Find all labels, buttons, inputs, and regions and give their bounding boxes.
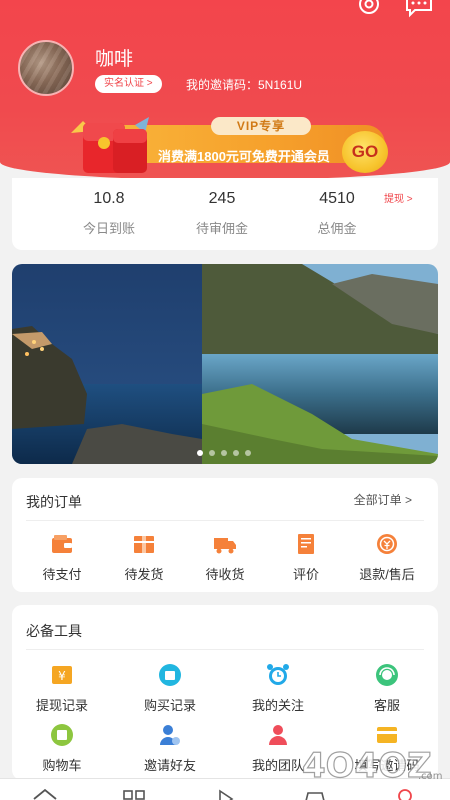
- shopping-cart-icon: [51, 724, 73, 746]
- withdraw-link[interactable]: 提现 >: [384, 190, 413, 205]
- package-icon: [134, 536, 154, 553]
- tool-my-follow[interactable]: 我的关注: [228, 663, 328, 714]
- vip-promo-text: 消费满1800元可免费开通会员: [158, 149, 330, 164]
- avatar[interactable]: [18, 40, 74, 96]
- stat-value: 10.8: [93, 190, 125, 207]
- carousel-dots: [197, 450, 251, 456]
- customer-service-icon: [376, 664, 398, 686]
- carousel-dot[interactable]: [245, 450, 251, 456]
- withdraw-record-icon: ¥: [52, 666, 72, 684]
- image-carousel[interactable]: [12, 264, 438, 464]
- message-icon[interactable]: [405, 0, 433, 20]
- divider: [26, 520, 424, 521]
- red-envelope-icon: [71, 117, 149, 173]
- stat-label: 今日到账: [82, 221, 135, 236]
- tool-shopping-cart[interactable]: 购物车: [12, 723, 112, 774]
- commission-stats-card: 10.8 今日到账 245 待审佣金 4510 总佣金 提现 >: [12, 178, 438, 250]
- cart-icon[interactable]: [302, 787, 328, 800]
- all-orders-link[interactable]: 全部订单 >: [354, 491, 412, 508]
- order-pending-payment[interactable]: 待支付: [22, 532, 102, 583]
- tool-label: 客服: [373, 698, 400, 713]
- invite-friend-icon: [160, 725, 180, 745]
- orders-title: 我的订单: [26, 494, 82, 510]
- review-icon: [298, 534, 314, 554]
- stat-value: 4510: [319, 190, 355, 207]
- tool-label: 邀请好友: [143, 758, 196, 773]
- stat-pending: 245 待审佣金: [162, 190, 282, 237]
- tool-label: 购物车: [42, 758, 82, 773]
- verify-identity-button[interactable]: 实名认证 >: [95, 75, 162, 93]
- tools-title: 必备工具: [26, 623, 82, 639]
- order-review[interactable]: 评价: [266, 532, 346, 583]
- svg-text:4O4OZ: 4O4OZ: [302, 746, 432, 785]
- go-button[interactable]: GO: [342, 131, 388, 173]
- tool-label: 我的关注: [251, 698, 304, 713]
- svg-text:.com: .com: [418, 771, 443, 782]
- order-label: 待收货: [205, 567, 245, 582]
- stat-label: 总佣金: [317, 221, 357, 236]
- invite-code-icon: [377, 727, 397, 743]
- alarm-clock-icon: [267, 664, 289, 685]
- carousel-dot[interactable]: [233, 450, 239, 456]
- invite-code-text: 我的邀请码：5N161U: [186, 78, 303, 92]
- order-label: 待发货: [124, 567, 164, 582]
- purchase-record-icon: [159, 664, 181, 686]
- order-label: 退款/售后: [359, 567, 415, 582]
- vip-label: VIP专享: [211, 117, 311, 135]
- carousel-dot[interactable]: [221, 450, 227, 456]
- stat-label: 待审佣金: [195, 221, 248, 236]
- tool-withdraw-record[interactable]: ¥ 提现记录: [12, 663, 112, 714]
- tool-purchase-record[interactable]: 购买记录: [120, 663, 220, 714]
- divider: [26, 649, 424, 650]
- tool-label: 提现记录: [35, 698, 88, 713]
- tool-customer-service[interactable]: 客服: [337, 663, 437, 714]
- truck-icon: [214, 538, 236, 554]
- my-orders-card: 我的订单 全部订单 > 待支付 待发货 待收货 评价 退款/售后: [12, 478, 438, 592]
- profile-icon[interactable]: [392, 787, 418, 800]
- tool-label: 购买记录: [143, 698, 196, 713]
- order-refund[interactable]: 退款/售后: [347, 532, 427, 583]
- play-icon[interactable]: [212, 787, 238, 800]
- stat-today: 10.8 今日到账: [49, 190, 169, 237]
- carousel-image: [12, 264, 438, 464]
- username: 咖啡: [95, 49, 134, 70]
- home-icon[interactable]: [32, 787, 58, 800]
- watermark-logo: 4O4OZ .com: [301, 745, 443, 785]
- order-label: 待支付: [42, 567, 82, 582]
- tool-invite-friend[interactable]: 邀请好友: [120, 723, 220, 774]
- order-label: 评价: [292, 567, 319, 582]
- refund-icon: [377, 534, 397, 554]
- carousel-dot[interactable]: [209, 450, 215, 456]
- wallet-icon: [52, 535, 72, 553]
- svg-text:¥: ¥: [58, 669, 66, 683]
- stat-total: 4510 总佣金: [277, 190, 397, 237]
- profile-header: 咖啡 实名认证 > 我的邀请码：5N161U VIP专享 消费满1800元可免费…: [0, 0, 450, 180]
- stat-value: 245: [208, 190, 236, 207]
- order-pending-shipment[interactable]: 待发货: [104, 532, 184, 583]
- vip-promo-banner[interactable]: VIP专享 消费满1800元可免费开通会员 GO: [53, 117, 388, 173]
- settings-gear-icon[interactable]: [355, 0, 383, 20]
- order-pending-receipt[interactable]: 待收货: [185, 532, 265, 583]
- carousel-dot[interactable]: [197, 450, 203, 456]
- team-icon: [269, 725, 287, 745]
- category-grid-icon[interactable]: [122, 787, 148, 800]
